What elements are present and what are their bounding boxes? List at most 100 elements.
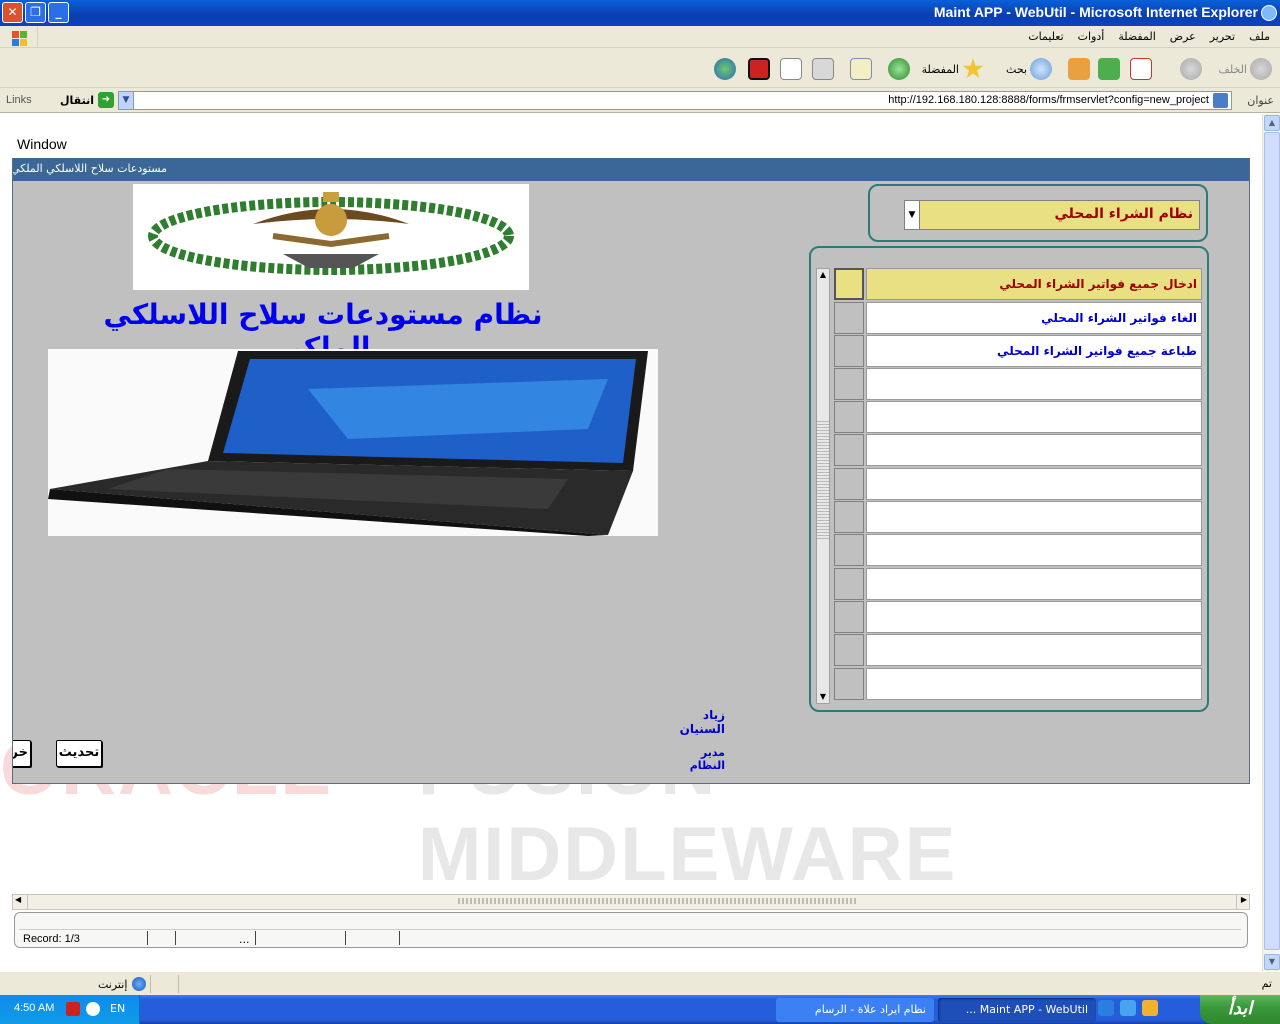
links-toolbar[interactable]: Links bbox=[6, 94, 32, 106]
menu-list-scrollbar[interactable]: ▲ ▼ bbox=[816, 268, 830, 704]
scroll-down-icon[interactable]: ▼ bbox=[1264, 954, 1280, 970]
exit-button[interactable]: خروج bbox=[13, 740, 31, 767]
menu-favorites[interactable]: المفضلة bbox=[1118, 30, 1155, 43]
menu-tools[interactable]: أدوات bbox=[1078, 30, 1105, 43]
favorites-label: المفضلة bbox=[921, 62, 959, 76]
menu-item[interactable] bbox=[834, 501, 1202, 533]
system-select[interactable]: نظام الشراء المحلي bbox=[904, 200, 1200, 230]
restore-window-button[interactable]: ❐ bbox=[25, 2, 46, 23]
page-scroll-thumb[interactable] bbox=[1264, 132, 1280, 950]
tray-arrow-icon[interactable] bbox=[86, 1002, 100, 1016]
ie-quicklaunch-icon[interactable] bbox=[1120, 1000, 1136, 1016]
menu-item[interactable] bbox=[834, 534, 1202, 566]
back-label: الخلف bbox=[1218, 62, 1247, 76]
menu-item[interactable]: الغاء فواتير الشراء المحلي bbox=[834, 302, 1202, 334]
menu-item-label[interactable] bbox=[866, 434, 1202, 466]
row-marker bbox=[834, 601, 864, 633]
scroll-up-icon[interactable]: ▲ bbox=[1264, 115, 1280, 131]
clock[interactable]: 4:50 AM bbox=[14, 1002, 54, 1014]
page-icon bbox=[1213, 93, 1228, 108]
start-button[interactable]: ابدأ bbox=[1200, 995, 1280, 1024]
row-marker bbox=[834, 302, 864, 334]
search-button[interactable]: بحث bbox=[1006, 57, 1052, 81]
menu-item-label[interactable] bbox=[866, 468, 1202, 500]
menu-item[interactable]: طباعة جميع فواتير الشراء المحلي bbox=[834, 335, 1202, 367]
home-button[interactable] bbox=[1068, 57, 1090, 81]
menu-item-label[interactable] bbox=[866, 534, 1202, 566]
related-button[interactable] bbox=[748, 57, 770, 81]
stop-button[interactable] bbox=[1130, 57, 1152, 81]
form-title-bar: مستودعات سلاح اللاسلكي الملكي bbox=[13, 158, 1249, 181]
row-marker bbox=[834, 568, 864, 600]
taskbar-item-maint-app[interactable]: Maint APP - WebUtil ... bbox=[938, 998, 1096, 1022]
menu-item[interactable] bbox=[834, 568, 1202, 600]
row-marker bbox=[834, 434, 864, 466]
menu-item[interactable] bbox=[834, 601, 1202, 633]
developer-name: زياد السنيان bbox=[679, 708, 725, 736]
window-menu[interactable]: Window bbox=[17, 136, 67, 152]
language-indicator[interactable]: EN bbox=[110, 1002, 125, 1015]
menu-item-label[interactable]: ادخال جميع فواتير الشراء المحلي bbox=[866, 268, 1202, 300]
refresh-button[interactable]: تحديث bbox=[56, 740, 102, 767]
row-marker bbox=[834, 368, 864, 400]
address-input[interactable]: http://192.168.180.128:8888/forms/frmser… bbox=[118, 91, 1232, 110]
messenger-button[interactable] bbox=[714, 57, 736, 81]
row-marker bbox=[834, 401, 864, 433]
scroll-down-icon[interactable]: ▼ bbox=[817, 691, 829, 703]
horizontal-scroll-thumb[interactable] bbox=[27, 895, 1237, 909]
history-button[interactable] bbox=[888, 57, 910, 81]
search-icon bbox=[1030, 58, 1052, 80]
edit-button[interactable] bbox=[780, 57, 802, 81]
menu-item-label[interactable] bbox=[866, 401, 1202, 433]
taskbar-item-second-app[interactable]: نظام ايراد علاة - الرسام bbox=[776, 998, 934, 1022]
menu-item-label[interactable] bbox=[866, 601, 1202, 633]
forms-window: مستودعات سلاح اللاسلكي الملكي نظام مستود… bbox=[12, 158, 1250, 784]
menu-item[interactable] bbox=[834, 668, 1202, 700]
go-button[interactable]: ➜ انتقال bbox=[60, 92, 114, 108]
refresh-page-button[interactable] bbox=[1098, 57, 1120, 81]
menu-help[interactable]: تعليمات bbox=[1028, 30, 1063, 43]
page-vertical-scrollbar[interactable]: ▲ ▼ bbox=[1262, 114, 1280, 971]
system-select-group: ▼ نظام الشراء المحلي bbox=[868, 184, 1208, 242]
menu-view[interactable]: عرض bbox=[1170, 30, 1196, 43]
menu-item-label[interactable]: طباعة جميع فواتير الشراء المحلي bbox=[866, 335, 1202, 367]
mail-button[interactable] bbox=[850, 57, 872, 81]
menu-file[interactable]: ملف bbox=[1249, 30, 1270, 43]
menu-list-group: ▲ ▼ ادخال جميع فواتير الشراء المحلي الغا… bbox=[809, 246, 1209, 712]
menu-item-label[interactable]: الغاء فواتير الشراء المحلي bbox=[866, 302, 1202, 334]
menu-item[interactable]: ادخال جميع فواتير الشراء المحلي bbox=[834, 268, 1202, 300]
scroll-right-icon[interactable]: ▶ bbox=[1241, 895, 1247, 904]
row-marker bbox=[834, 534, 864, 566]
forward-arrow-icon bbox=[1180, 58, 1202, 80]
menu-item-label[interactable] bbox=[866, 668, 1202, 700]
security-zone: إنترنت bbox=[98, 977, 147, 991]
print-button[interactable] bbox=[812, 57, 834, 81]
address-label: عنوان bbox=[1247, 94, 1274, 107]
menu-item-label[interactable] bbox=[866, 568, 1202, 600]
forward-button[interactable] bbox=[1180, 57, 1202, 81]
favorites-button[interactable]: المفضلة bbox=[922, 57, 984, 81]
menu-item[interactable] bbox=[834, 634, 1202, 666]
menu-item[interactable] bbox=[834, 401, 1202, 433]
scroll-left-icon[interactable]: ◀ bbox=[15, 895, 21, 904]
scroll-up-icon[interactable]: ▲ bbox=[817, 269, 829, 281]
menu-item-label[interactable] bbox=[866, 634, 1202, 666]
menu-item[interactable] bbox=[834, 434, 1202, 466]
back-button[interactable]: الخلف bbox=[1218, 57, 1272, 81]
menu-item[interactable] bbox=[834, 368, 1202, 400]
chevron-down-icon[interactable]: ▼ bbox=[904, 200, 920, 230]
menu-item-label[interactable] bbox=[866, 501, 1202, 533]
desktop-icon[interactable] bbox=[1098, 1000, 1114, 1016]
go-label: انتقال bbox=[60, 93, 94, 107]
history-icon bbox=[888, 58, 910, 80]
address-dropdown-button[interactable]: ▼ bbox=[118, 91, 134, 110]
close-window-button[interactable]: ✕ bbox=[2, 2, 23, 23]
minimize-window-button[interactable]: _ bbox=[48, 2, 69, 23]
scroll-thumb[interactable] bbox=[817, 419, 829, 539]
quick-launch bbox=[1098, 1000, 1158, 1016]
menu-item-label[interactable] bbox=[866, 368, 1202, 400]
antivirus-icon[interactable] bbox=[66, 1002, 80, 1016]
menu-edit[interactable]: تحرير bbox=[1210, 30, 1235, 43]
menu-item[interactable] bbox=[834, 468, 1202, 500]
media-player-icon[interactable] bbox=[1142, 1000, 1158, 1016]
